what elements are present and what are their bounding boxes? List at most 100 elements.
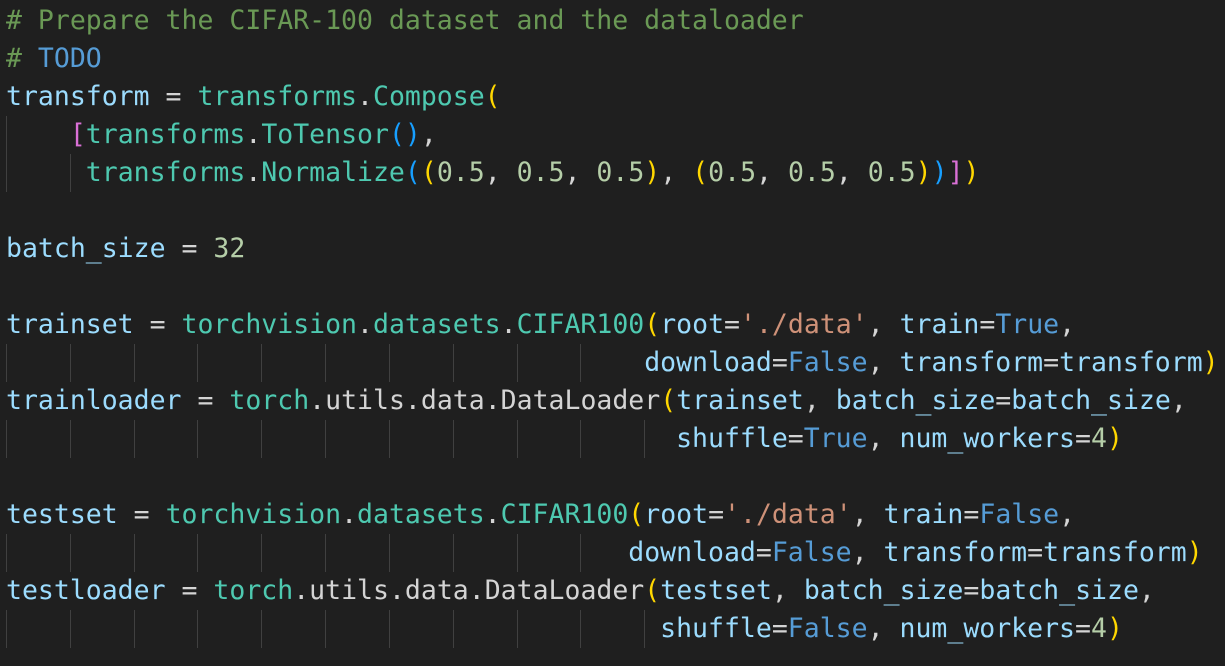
code-token: shuffle <box>660 613 772 644</box>
code-line[interactable] <box>6 192 1219 230</box>
code-token: , <box>803 385 836 416</box>
code-token: ) <box>931 157 948 188</box>
code-token: './data' <box>740 309 868 340</box>
code-token: torchvision <box>165 499 342 530</box>
code-line[interactable]: batch_size = 32 <box>6 230 1219 268</box>
code-token: batch_size <box>6 233 166 264</box>
code-token: testset <box>660 575 772 606</box>
code-token: ) <box>963 157 980 188</box>
code-line[interactable]: transform = transforms.Compose( <box>6 78 1219 116</box>
code-token: ( <box>420 157 437 188</box>
code-token: 0.5 <box>516 157 565 188</box>
code-token: = <box>165 575 214 606</box>
code-token: True <box>995 309 1060 340</box>
code-token: 0.5 <box>436 157 485 188</box>
code-token: = <box>149 81 198 112</box>
code-token: . <box>388 575 405 606</box>
code-token: './data' <box>724 499 852 530</box>
code-token: = <box>755 537 772 568</box>
code-token: . <box>309 385 326 416</box>
code-token: . <box>404 385 421 416</box>
code-line[interactable]: # Prepare the CIFAR-100 dataset and the … <box>6 2 1219 40</box>
code-token: , <box>660 157 693 188</box>
code-token: data <box>404 575 469 606</box>
code-token: download <box>644 347 772 378</box>
code-token: . <box>357 81 373 112</box>
code-area[interactable]: # Prepare the CIFAR-100 dataset and the … <box>6 2 1219 648</box>
code-token: testloader <box>6 575 166 606</box>
code-token: = <box>133 309 182 340</box>
code-token: , <box>1059 309 1076 340</box>
code-token: = <box>963 575 980 606</box>
code-token: = <box>995 385 1012 416</box>
code-token: , <box>756 157 788 188</box>
code-token: num_workers <box>899 423 1076 454</box>
code-token: , <box>867 347 900 378</box>
code-token: ) <box>644 157 661 188</box>
code-token: transform <box>883 537 1028 568</box>
code-token: torchvision <box>181 309 358 340</box>
code-token: DataLoader <box>484 575 645 606</box>
code-token: Normalize <box>261 157 405 188</box>
code-token: transform <box>899 347 1044 378</box>
code-token: , <box>867 613 900 644</box>
code-token: = <box>1075 613 1091 644</box>
code-line[interactable] <box>6 268 1219 306</box>
code-token: = <box>979 309 996 340</box>
code-token: = <box>771 613 788 644</box>
code-token: = <box>1027 537 1044 568</box>
code-editor[interactable]: # Prepare the CIFAR-100 dataset and the … <box>0 0 1225 666</box>
code-token: ) <box>1106 423 1123 454</box>
code-token: ( <box>628 499 645 530</box>
code-token: train <box>883 499 964 530</box>
code-line[interactable]: [transforms.ToTensor(), <box>6 116 1219 154</box>
code-line[interactable]: trainloader = torch.utils.data.DataLoade… <box>6 382 1219 420</box>
code-line[interactable]: testset = torchvision.datasets.CIFAR100(… <box>6 496 1219 534</box>
code-token: ) <box>1202 347 1219 378</box>
code-token: . <box>341 499 358 530</box>
code-token: download <box>628 537 756 568</box>
code-token: transform <box>1043 537 1187 568</box>
code-line[interactable]: download=False, transform=transform) <box>6 534 1219 572</box>
code-token: transform <box>6 81 150 112</box>
code-token: () <box>388 119 421 150</box>
code-line[interactable]: shuffle=False, num_workers=4) <box>6 610 1219 648</box>
code-token: datasets <box>372 309 501 340</box>
code-token: transform <box>1059 347 1203 378</box>
code-token: 4 <box>1090 613 1107 644</box>
code-line[interactable]: testloader = torch.utils.data.DataLoader… <box>6 572 1219 610</box>
code-token: = <box>1075 423 1091 454</box>
code-token: ToTensor <box>261 119 389 150</box>
code-token: , <box>851 537 884 568</box>
code-token: trainloader <box>6 385 182 416</box>
code-token: torch <box>229 385 310 416</box>
code-token: . <box>484 385 501 416</box>
code-token: = <box>165 233 214 264</box>
code-token: , <box>564 157 597 188</box>
code-token: batch_size <box>979 575 1139 606</box>
code-line[interactable] <box>6 458 1219 496</box>
code-line[interactable]: download=False, transform=transform) <box>6 344 1219 382</box>
code-token: = <box>724 309 740 340</box>
code-token: , <box>851 499 884 530</box>
code-token: 0.5 <box>787 157 836 188</box>
code-token: root <box>660 309 725 340</box>
code-token: transforms <box>197 81 358 112</box>
code-token: testset <box>6 499 118 530</box>
code-token: , <box>867 309 900 340</box>
code-token: shuffle <box>676 423 788 454</box>
code-token: . <box>468 575 485 606</box>
code-line[interactable]: trainset = torchvision.datasets.CIFAR100… <box>6 306 1219 344</box>
code-token: # Prepare the CIFAR-100 dataset and the … <box>6 5 804 36</box>
code-token: datasets <box>357 499 485 530</box>
code-line[interactable]: transforms.Normalize((0.5, 0.5, 0.5), (0… <box>6 154 1219 192</box>
code-token: ( <box>644 575 661 606</box>
code-token: # <box>6 43 38 74</box>
code-token: data <box>420 385 485 416</box>
code-token: TODO <box>37 43 102 74</box>
code-line[interactable]: # TODO <box>6 40 1219 78</box>
code-line[interactable]: shuffle=True, num_workers=4) <box>6 420 1219 458</box>
code-token: utils <box>325 385 405 416</box>
